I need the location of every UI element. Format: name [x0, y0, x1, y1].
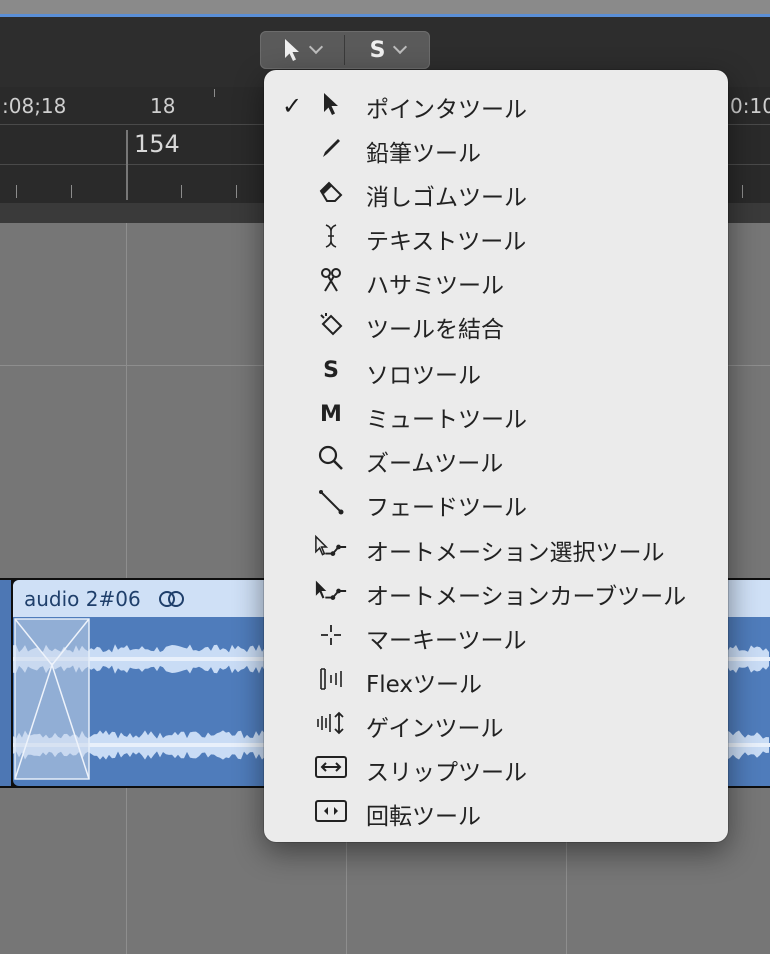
menu-item-glue[interactable]: ツールを結合: [264, 302, 728, 346]
gain-icon: [314, 709, 348, 737]
menu-item-label: マーキーツール: [366, 628, 527, 654]
ruler-tick: [214, 89, 215, 97]
menu-item-crosshair[interactable]: マーキーツール: [264, 613, 728, 657]
automation-curve-icon: [314, 577, 348, 605]
menu-item-label: オートメーションカーブツール: [366, 584, 687, 610]
menu-item-label: 回転ツール: [366, 804, 481, 830]
menu-item-eraser[interactable]: 消しゴムツール: [264, 170, 728, 214]
menu-item-label: ゲインツール: [366, 716, 504, 742]
ruler-tick: [236, 185, 237, 198]
solo-tool-label: S: [369, 37, 386, 63]
menu-item-label: ソロツール: [366, 363, 481, 389]
ruler-bar-number: 18: [150, 94, 176, 118]
left-click-tool-button[interactable]: [260, 31, 344, 69]
checkmark-icon: ✓: [282, 92, 303, 120]
menu-item-automation-select[interactable]: オートメーション選択ツール: [264, 525, 728, 569]
arrow-cursor-icon: [314, 90, 348, 118]
ruler-time-left: :08;18: [2, 94, 67, 118]
scissors-icon: [314, 266, 348, 294]
ruler-tick: [181, 185, 182, 198]
tool-selector-group: S: [260, 31, 430, 69]
slip-icon: [314, 753, 348, 781]
menu-item-mute-m[interactable]: M ミュートツール: [264, 392, 728, 436]
chevron-down-icon: [393, 39, 408, 55]
menu-item-label: フェードツール: [366, 495, 527, 521]
menu-item-label: 消しゴムツール: [366, 185, 527, 211]
menu-item-letter: M: [320, 401, 342, 427]
menu-item-label: ツールを結合: [366, 317, 504, 343]
loop-rings-icon: [159, 591, 184, 607]
region-title: audio 2#06: [24, 587, 141, 611]
menu-item-label: ハサミツール: [366, 273, 504, 299]
ruler-tick: [16, 185, 17, 198]
chevron-down-icon: [308, 39, 324, 55]
menu-item-label: 鉛筆ツール: [366, 141, 481, 167]
pencil-icon: [314, 134, 348, 162]
menu-item-magnifier[interactable]: ズームツール: [264, 436, 728, 480]
menu-item-pencil[interactable]: 鉛筆ツール: [264, 126, 728, 170]
menu-item-label: スリップツール: [366, 760, 527, 786]
previous-region-edge[interactable]: [0, 580, 11, 786]
window-top-edge: [0, 0, 770, 14]
ruler-tick: [71, 185, 72, 198]
menu-item-solo-s[interactable]: S ソロツール: [264, 348, 728, 392]
menu-item-label: Flexツール: [366, 672, 482, 698]
menu-item-label: テキストツール: [366, 229, 527, 255]
text-cursor-icon: [314, 222, 348, 250]
menu-item-scissors[interactable]: ハサミツール: [264, 258, 728, 302]
glue-icon: [314, 310, 348, 338]
solo-s-icon: S: [314, 356, 348, 384]
ruler-measure: 154: [134, 130, 180, 158]
automation-select-icon: [314, 533, 348, 561]
menu-item-label: ポインタツール: [366, 97, 527, 123]
mute-m-icon: M: [314, 400, 348, 428]
menu-item-gain[interactable]: ゲインツール: [264, 701, 728, 745]
rotate-icon: [314, 797, 348, 825]
menu-item-arrow-cursor[interactable]: ✓ ポインタツール: [264, 82, 728, 126]
menu-item-rotate[interactable]: 回転ツール: [264, 789, 728, 833]
menu-item-flex[interactable]: Flexツール: [264, 657, 728, 701]
fade-in-area[interactable]: [14, 618, 90, 780]
menu-item-text-cursor[interactable]: テキストツール: [264, 214, 728, 258]
ruler-time-right: 0:10: [730, 94, 770, 118]
menu-item-label: ズームツール: [366, 451, 504, 477]
menu-item-label: ミュートツール: [366, 407, 527, 433]
eraser-icon: [314, 178, 348, 206]
tool-menu: ✓ ポインタツール 鉛筆ツール消しゴムツール テキストツール ハサミツール ツールを結合 S…: [264, 70, 728, 842]
right-click-tool-button[interactable]: S: [345, 31, 430, 69]
crosshair-icon: [314, 621, 348, 649]
menu-item-label: オートメーション選択ツール: [366, 540, 665, 566]
menu-item-slip[interactable]: スリップツール: [264, 745, 728, 789]
magnifier-icon: [314, 444, 348, 472]
menu-item-letter: S: [323, 357, 339, 383]
arrow-cursor-icon: [285, 39, 299, 61]
ruler-tick: [742, 185, 743, 198]
playhead-line[interactable]: [126, 130, 128, 200]
menu-item-fade-line[interactable]: フェードツール: [264, 480, 728, 524]
fade-line-icon: [314, 488, 348, 516]
flex-icon: [314, 665, 348, 693]
menu-item-automation-curve[interactable]: オートメーションカーブツール: [264, 569, 728, 613]
